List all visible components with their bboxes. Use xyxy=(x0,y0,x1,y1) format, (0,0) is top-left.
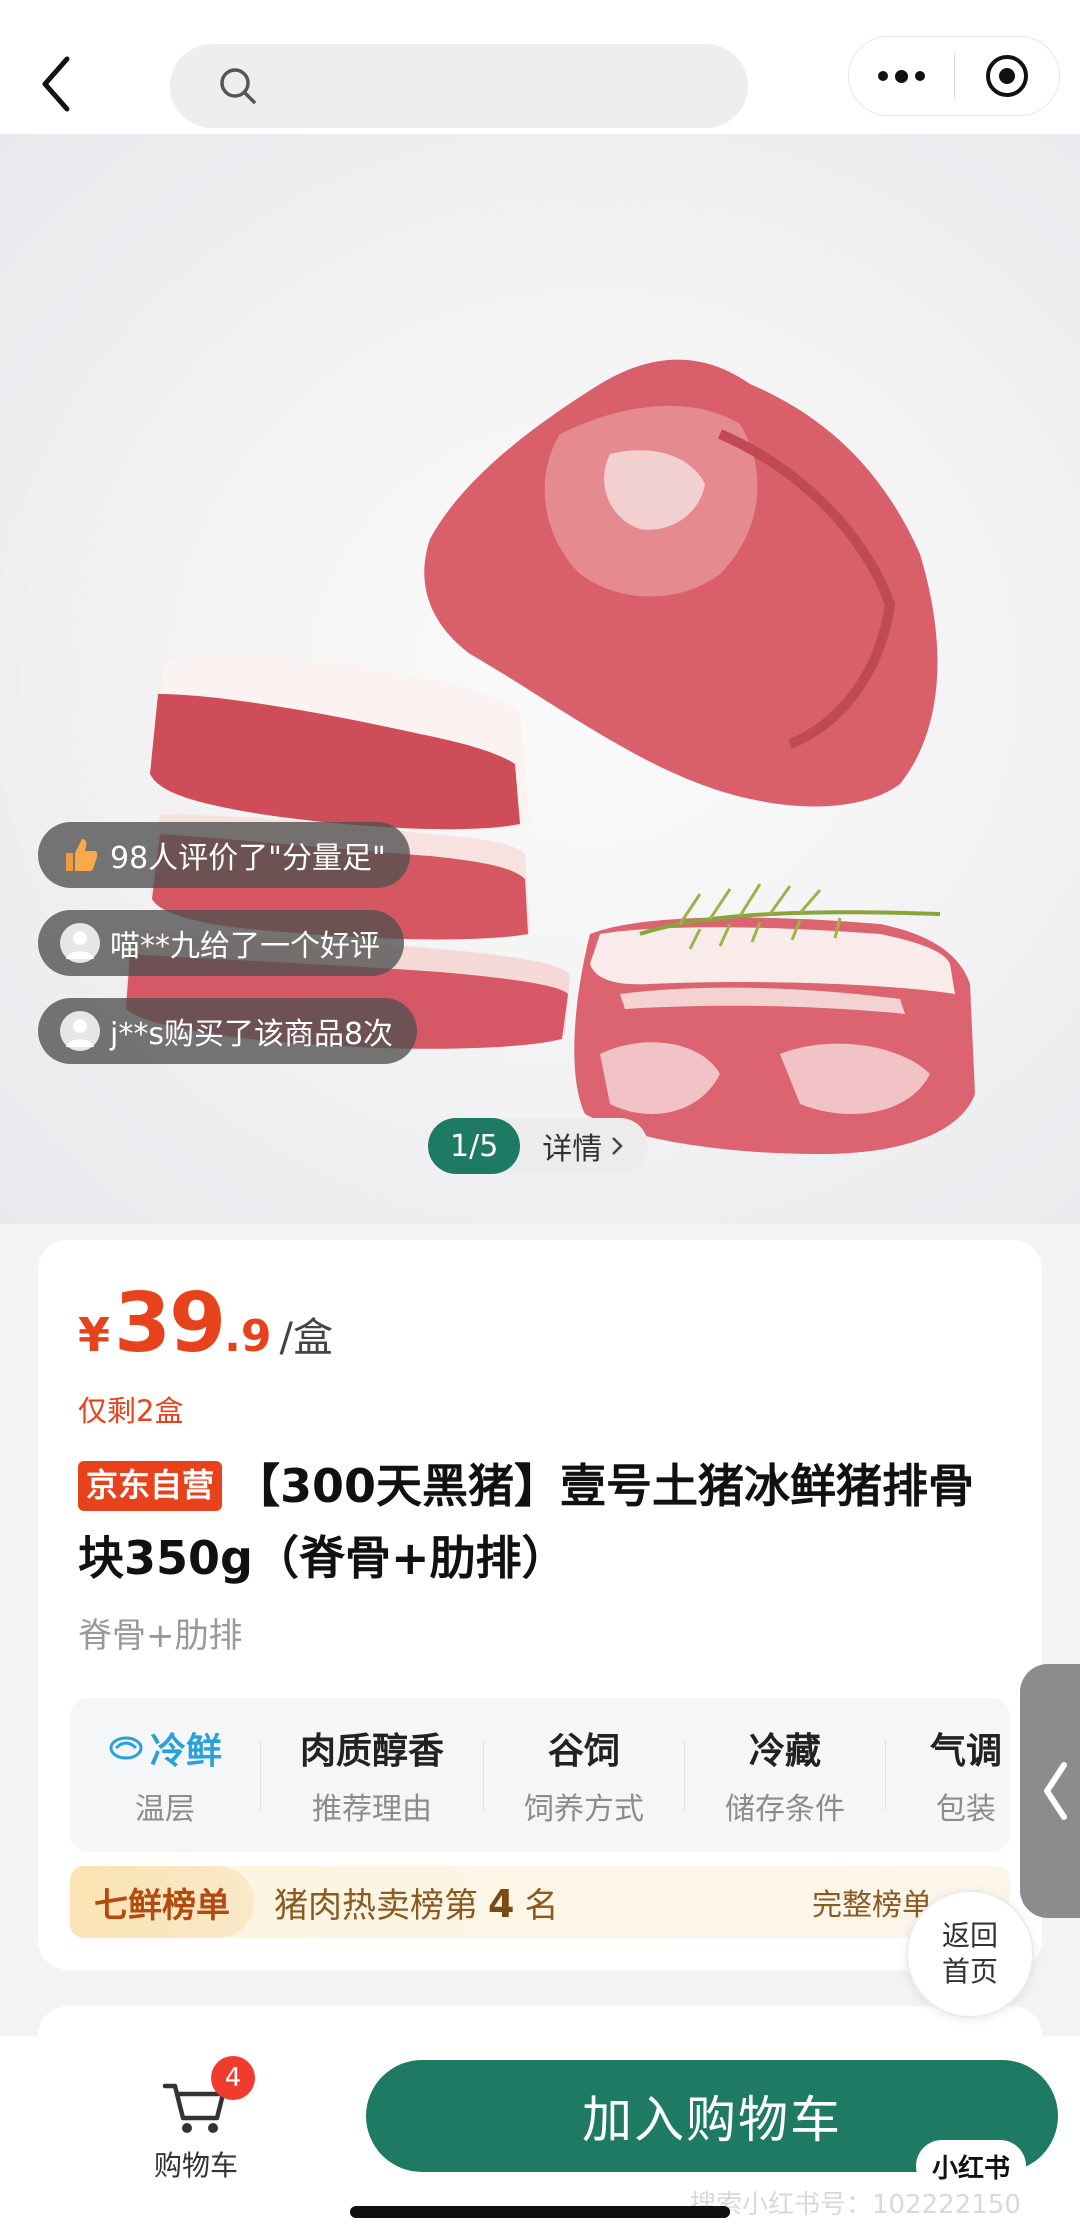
back-button[interactable] xyxy=(30,52,82,116)
thumbs-up-icon xyxy=(60,835,100,875)
ranking-banner[interactable]: 七鲜榜单 猪肉热卖榜第 4 名 完整榜单 xyxy=(70,1866,1010,1938)
avatar xyxy=(60,923,100,963)
stock-remaining: 仅剩2盒 xyxy=(78,1394,184,1428)
attribute-recommendation: 肉质醇香 推荐理由 xyxy=(299,1731,444,1827)
chevron-left-icon xyxy=(1044,1762,1067,1820)
watermark: 搜索小红书号：102222150 xyxy=(690,2190,1021,2220)
review-ticker-text: j**s购买了该商品8次 xyxy=(110,1017,394,1052)
cart-button[interactable]: 4 购物车 xyxy=(146,2056,255,2184)
more-dots-icon xyxy=(877,71,888,81)
top-nav-bar xyxy=(0,0,1080,134)
bottom-action-bar: 4 购物车 加入购物车 小红书 搜索小红书号：102222150 xyxy=(0,2036,1080,2230)
home-indicator[interactable] xyxy=(350,2206,730,2218)
attribute-packaging: 气调 包装 xyxy=(929,1731,1002,1827)
review-ticker-text: 喵**九给了一个好评 xyxy=(110,929,380,964)
ranking-tag: 七鲜榜单 xyxy=(70,1866,254,1938)
return-home-button[interactable]: 返回 首页 xyxy=(906,1890,1034,2018)
product-page: 98人评价了"分量足" 喵**九给了一个好评 j**s购买了该商品8次 1/5 … xyxy=(0,0,1080,2230)
full-ranking-link[interactable]: 完整榜单 xyxy=(812,1880,932,1924)
avatar xyxy=(60,1011,100,1051)
mini-program-capsule xyxy=(848,36,1060,116)
review-ticker-bubble: 98人评价了"分量足" xyxy=(38,822,410,888)
side-drawer-handle[interactable] xyxy=(1020,1664,1080,1918)
cart-count-badge: 4 xyxy=(211,2056,255,2100)
review-ticker-bubble: j**s购买了该商品8次 xyxy=(38,998,418,1064)
search-input[interactable] xyxy=(170,44,748,128)
cart-label: 购物车 xyxy=(153,2149,238,2182)
product-info-card: ¥ 39 .9 /盒 仅剩2盒 京东自营 【300天黑猪】壹号土猪冰鲜猪排骨块35… xyxy=(38,1240,1042,1970)
product-title: 京东自营 【300天黑猪】壹号土猪冰鲜猪排骨块350g（脊骨+肋排） xyxy=(78,1459,975,1585)
image-index: 1/5 xyxy=(428,1118,521,1174)
attribute-temperature: 冷鲜 温层 xyxy=(70,1725,260,1827)
user-icon xyxy=(66,931,94,959)
product-spec: 脊骨+肋排 xyxy=(78,1616,243,1656)
close-mini-program-button[interactable] xyxy=(955,36,1060,116)
attribute-feeding: 谷饲 饲养方式 xyxy=(524,1731,644,1827)
search-icon xyxy=(220,68,256,104)
ranking-text: 猪肉热卖榜第 4 名 xyxy=(274,1881,559,1926)
self-operated-badge: 京东自营 xyxy=(78,1461,223,1511)
chevron-left-icon xyxy=(42,56,70,112)
product-image-carousel[interactable]: 98人评价了"分量足" 喵**九给了一个好评 j**s购买了该商品8次 1/5 … xyxy=(0,134,1080,1224)
review-ticker-text: 98人评价了"分量足" xyxy=(110,841,386,876)
image-pager[interactable]: 1/5 详情 xyxy=(428,1118,649,1174)
price: ¥ 39 .9 /盒 xyxy=(78,1276,333,1371)
attribute-strip[interactable]: 冷鲜 温层 肉质醇香 推荐理由 谷饲 饲养方式 冷藏 储存条件 气调 包装 xyxy=(70,1698,1010,1852)
chevron-right-icon xyxy=(612,1137,624,1155)
review-ticker-bubble: 喵**九给了一个好评 xyxy=(38,910,404,976)
more-button[interactable] xyxy=(849,36,954,116)
target-icon xyxy=(985,55,1028,97)
user-icon xyxy=(66,1019,94,1047)
snowflake-fish-icon xyxy=(109,1736,143,1760)
image-detail-link[interactable]: 详情 xyxy=(520,1124,648,1168)
attribute-storage: 冷藏 储存条件 xyxy=(725,1731,845,1827)
